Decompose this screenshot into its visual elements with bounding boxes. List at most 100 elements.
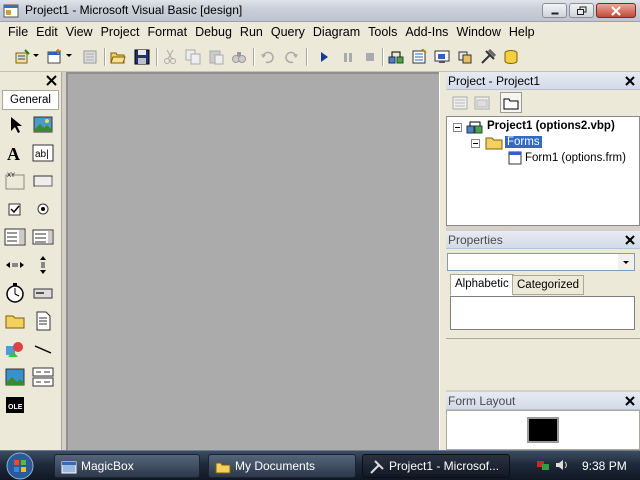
properties-grid[interactable] xyxy=(450,296,635,330)
form-layout-close-icon[interactable] xyxy=(623,394,637,408)
listbox-icon[interactable] xyxy=(32,226,54,248)
redo-icon[interactable] xyxy=(283,49,299,65)
menu-format[interactable]: Format xyxy=(143,22,191,42)
drivelistbox-icon[interactable] xyxy=(32,282,54,304)
menu-query[interactable]: Query xyxy=(267,22,309,42)
project-tree[interactable]: Project1 (options2.vbp) Forms Form1 (opt… xyxy=(446,116,640,226)
minimize-button[interactable] xyxy=(542,3,567,18)
properties-panel-header: Properties xyxy=(446,231,640,249)
cut-icon[interactable] xyxy=(162,49,178,65)
tab-categorized[interactable]: Categorized xyxy=(512,275,585,295)
svg-text:ab|: ab| xyxy=(35,149,49,160)
menu-window[interactable]: Window xyxy=(452,22,504,42)
properties-panel-close-icon[interactable] xyxy=(623,233,637,247)
add-project-icon[interactable] xyxy=(14,49,30,65)
combobox-icon[interactable] xyxy=(4,226,26,248)
taskbar-clock[interactable]: 9:38 PM xyxy=(582,459,627,473)
monitor-preview[interactable] xyxy=(527,417,559,443)
menu-project[interactable]: Project xyxy=(97,22,144,42)
pointer-icon[interactable] xyxy=(4,114,26,136)
project-panel-toolbar xyxy=(446,90,640,116)
tab-alphabetic[interactable]: Alphabetic xyxy=(450,274,514,296)
object-browser-icon[interactable] xyxy=(457,49,473,65)
maximize-button[interactable] xyxy=(569,3,594,18)
menu-run[interactable]: Run xyxy=(236,22,267,42)
folder-icon xyxy=(503,98,519,110)
toggle-folders-button[interactable] xyxy=(500,92,522,113)
project-explorer-icon[interactable] xyxy=(388,49,404,65)
volume-icon[interactable] xyxy=(554,458,568,472)
vscrollbar-icon[interactable] xyxy=(32,254,54,276)
view-code-icon[interactable] xyxy=(452,95,468,111)
line-icon[interactable] xyxy=(32,338,54,360)
break-icon[interactable] xyxy=(340,49,356,65)
taskbar-my-documents[interactable]: My Documents xyxy=(208,454,356,478)
properties-panel-title: Properties xyxy=(448,233,503,247)
folder-icon xyxy=(215,462,231,474)
start-icon[interactable] xyxy=(316,49,332,65)
mdi-workspace[interactable] xyxy=(66,72,439,450)
menu-debug[interactable]: Debug xyxy=(191,22,236,42)
shape-icon[interactable] xyxy=(4,338,26,360)
paste-icon[interactable] xyxy=(208,49,224,65)
filelistbox-icon[interactable] xyxy=(32,310,54,332)
end-icon[interactable] xyxy=(362,49,378,65)
svg-text:XY: XY xyxy=(7,173,15,179)
frame-icon[interactable]: XY xyxy=(4,170,26,192)
project-panel-close-icon[interactable] xyxy=(623,74,637,88)
object-combo[interactable] xyxy=(447,253,635,271)
ole-icon[interactable]: OLE xyxy=(4,394,26,416)
maximize-icon xyxy=(576,6,586,15)
properties-icon[interactable] xyxy=(411,49,427,65)
image-icon[interactable] xyxy=(4,366,26,388)
picturebox-icon[interactable] xyxy=(32,114,54,136)
menu-file[interactable]: File xyxy=(4,22,32,42)
close-button[interactable] xyxy=(596,3,636,18)
menu-add-ins[interactable]: Add-Ins xyxy=(401,22,452,42)
svg-text:OLE: OLE xyxy=(8,404,23,411)
save-icon[interactable] xyxy=(134,49,150,65)
collapse-icon[interactable] xyxy=(453,123,462,132)
checkbox-icon[interactable] xyxy=(4,198,26,220)
toolbox-close-icon[interactable] xyxy=(45,74,58,87)
panel-splitter[interactable] xyxy=(439,72,446,450)
data-view-icon[interactable] xyxy=(503,49,519,65)
chevron-down-icon[interactable] xyxy=(618,254,634,270)
start-orb-icon[interactable] xyxy=(2,451,38,480)
network-icon[interactable] xyxy=(536,458,550,472)
taskbar-magicbox[interactable]: MagicBox xyxy=(54,454,200,478)
system-tray: 9:38 PM xyxy=(530,451,640,480)
window-title: Project1 - Microsoft Visual Basic [desig… xyxy=(25,3,243,17)
data-icon[interactable] xyxy=(32,366,54,388)
textbox-icon[interactable]: ab| xyxy=(32,142,54,164)
add-form-icon[interactable] xyxy=(46,49,62,65)
open-icon[interactable] xyxy=(110,49,126,65)
optionbutton-icon[interactable] xyxy=(32,198,54,220)
menu-help[interactable]: Help xyxy=(505,22,539,42)
copy-icon[interactable] xyxy=(185,49,201,65)
label-icon[interactable]: A xyxy=(4,142,26,164)
taskbar-vb-project[interactable]: Project1 - Microsof... xyxy=(362,454,510,478)
commandbutton-icon[interactable] xyxy=(32,170,54,192)
find-icon[interactable] xyxy=(231,49,247,65)
timer-icon[interactable] xyxy=(4,282,26,304)
vb-app-icon[interactable] xyxy=(3,3,19,19)
menu-tools[interactable]: Tools xyxy=(364,22,401,42)
tree-project-root[interactable]: Project1 (options2.vbp) xyxy=(487,120,615,132)
view-object-icon[interactable] xyxy=(474,95,490,111)
minimize-icon xyxy=(551,12,558,14)
hscrollbar-icon[interactable] xyxy=(4,254,26,276)
tree-form1[interactable]: Form1 (options.frm) xyxy=(525,152,626,164)
undo-icon[interactable] xyxy=(260,49,276,65)
toolbox-general-tab[interactable]: General xyxy=(2,90,59,110)
dirlistbox-icon[interactable] xyxy=(4,310,26,332)
menu-edit[interactable]: Edit xyxy=(32,22,62,42)
project-panel-title: Project - Project1 xyxy=(448,74,541,88)
form-layout-icon[interactable] xyxy=(434,49,450,65)
menu-editor-icon[interactable] xyxy=(82,49,98,65)
collapse-folder-icon[interactable] xyxy=(471,139,480,148)
tree-forms-folder[interactable]: Forms xyxy=(505,136,542,148)
toolbox-icon[interactable] xyxy=(480,49,496,65)
menu-view[interactable]: View xyxy=(62,22,97,42)
menu-diagram[interactable]: Diagram xyxy=(309,22,364,42)
